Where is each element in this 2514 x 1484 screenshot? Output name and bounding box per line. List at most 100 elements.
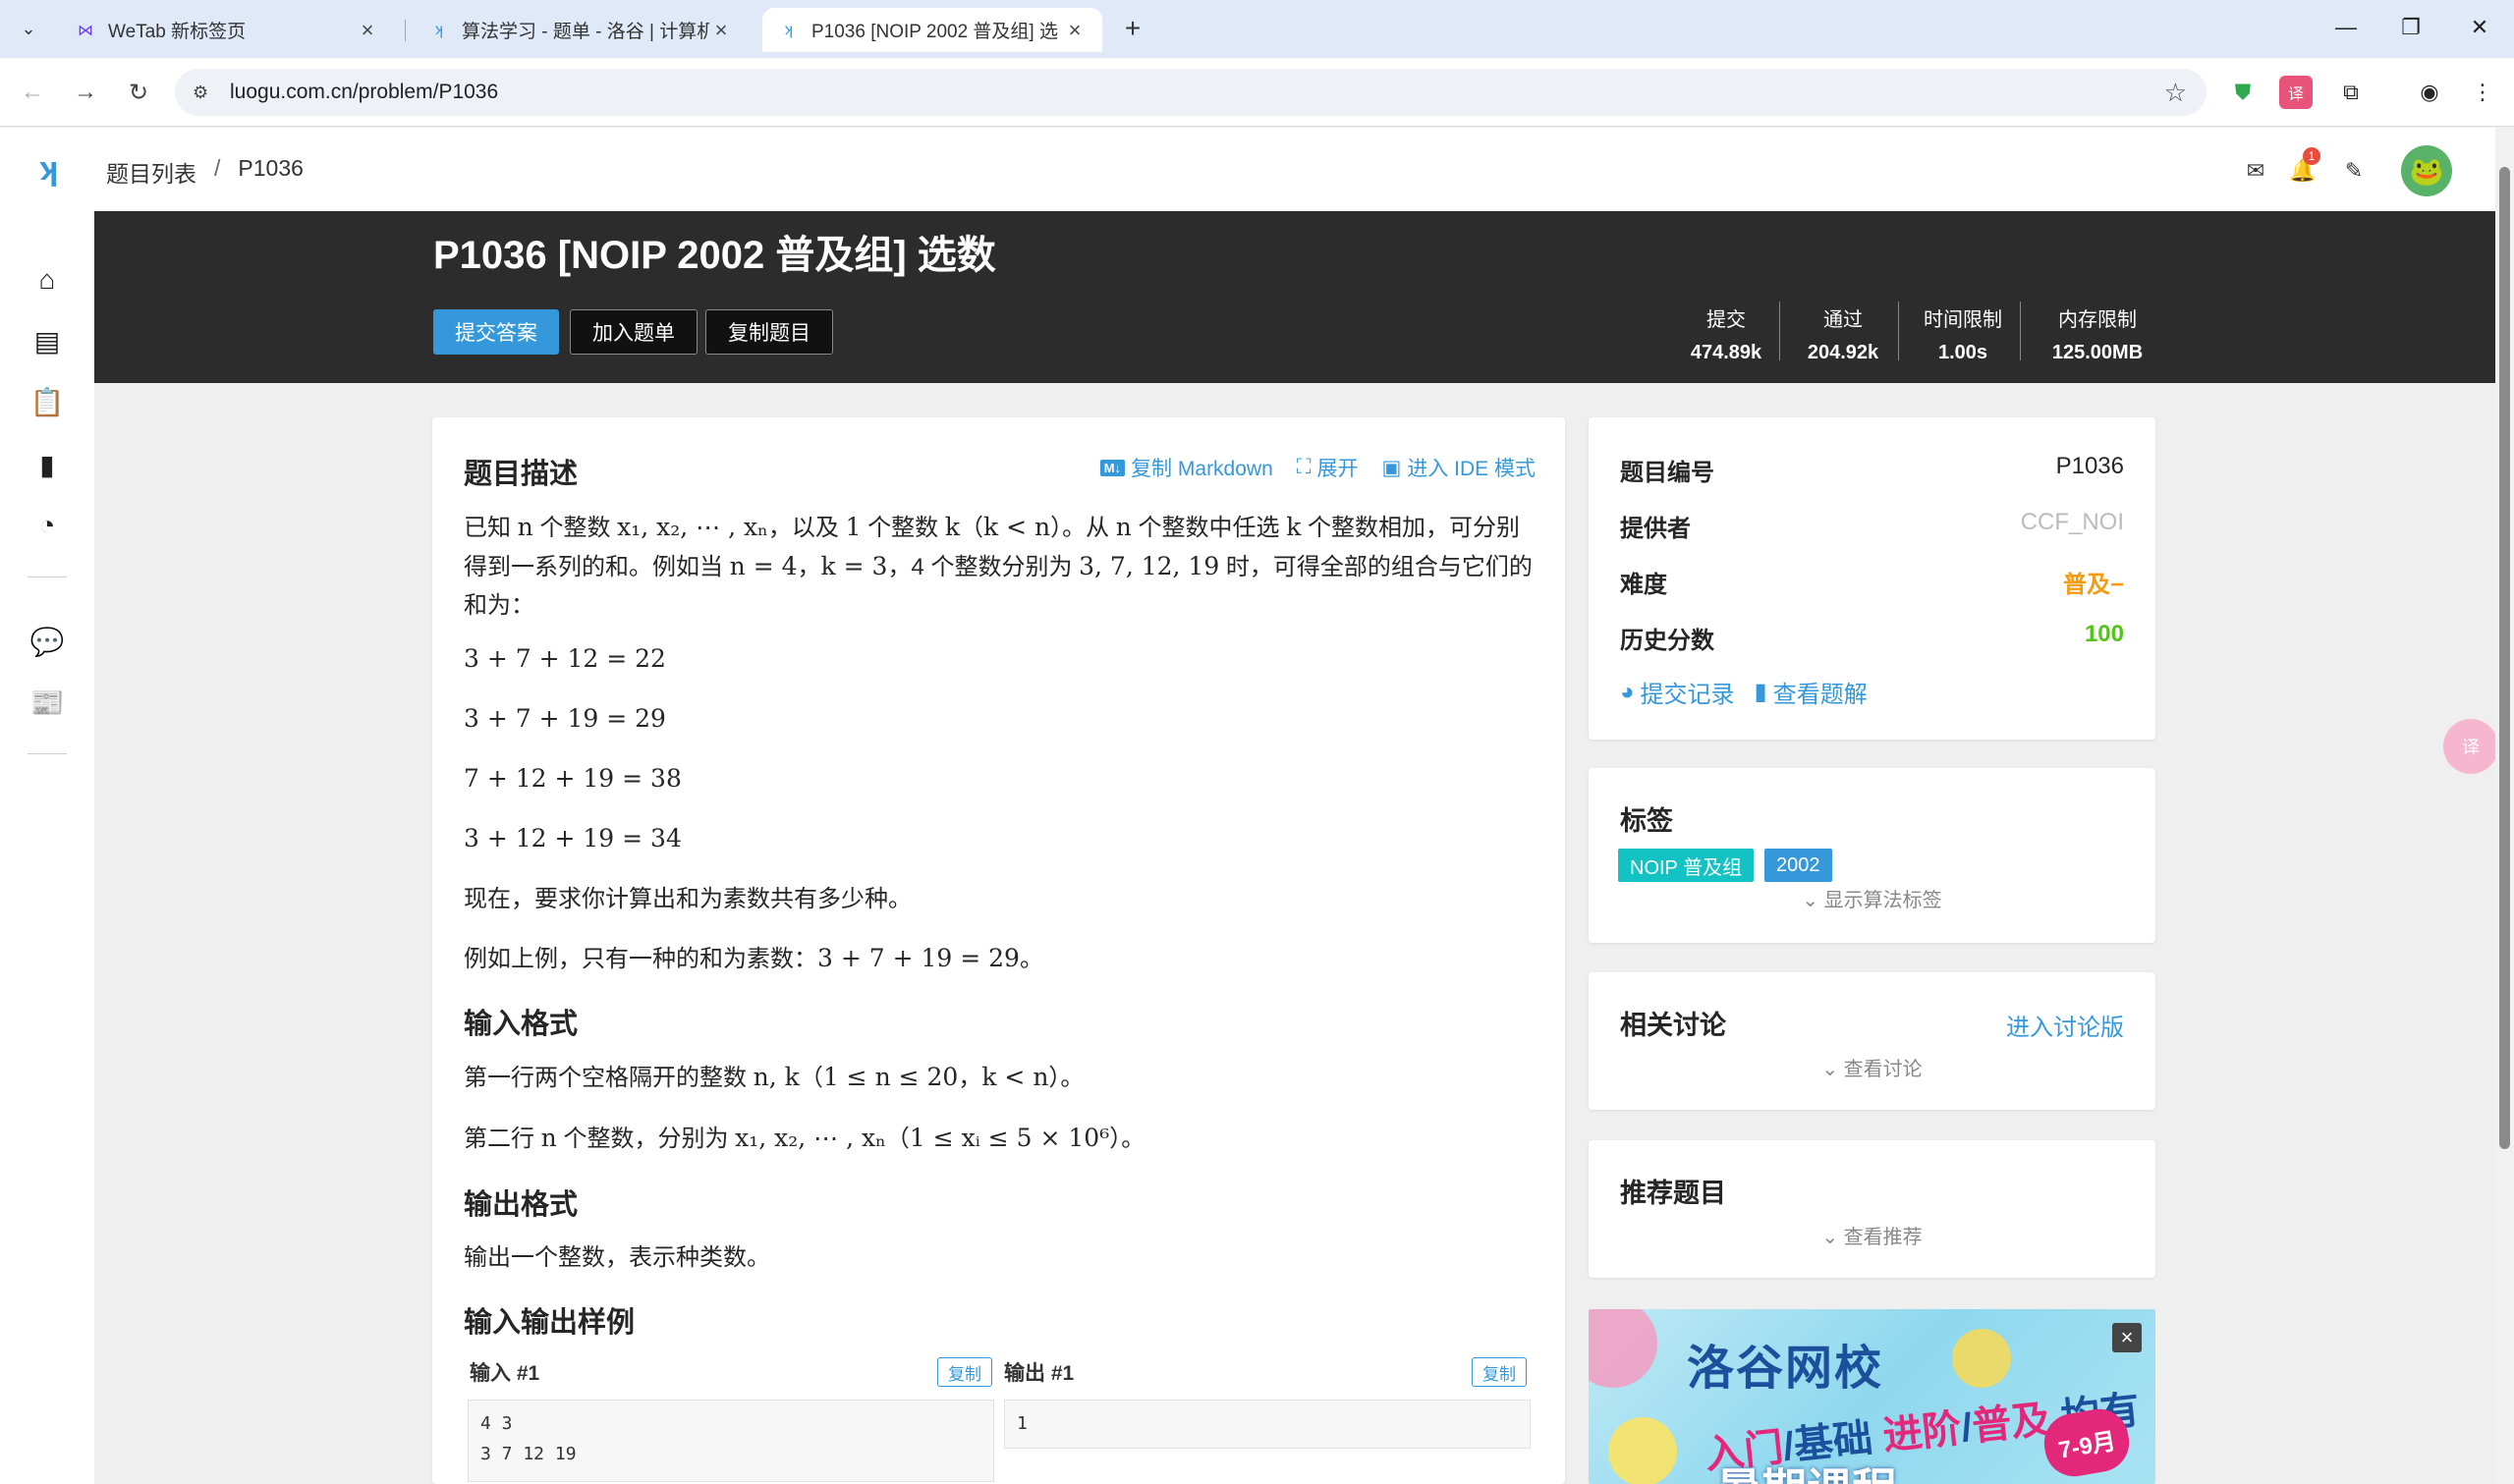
add-to-list-button[interactable]: 加入题单 xyxy=(570,309,698,355)
more-menu-icon[interactable]: ⋮ xyxy=(2466,76,2499,109)
text: ，4 个整数分别为 xyxy=(887,554,1080,580)
sample-input-box[interactable]: 4 3 3 7 12 19 xyxy=(468,1400,994,1482)
book-icon: ▮ xyxy=(1754,679,1767,705)
stat-label: 时间限制 xyxy=(1924,309,2002,331)
copy-markdown-label: 复制 Markdown xyxy=(1131,458,1273,480)
restore-icon[interactable]: ❐ xyxy=(2381,8,2440,47)
math: k < n xyxy=(981,1063,1049,1091)
back-arrow-icon[interactable]: ← xyxy=(14,74,51,111)
tag-noip[interactable]: NOIP 普及组 xyxy=(1618,849,1755,882)
chat-icon[interactable]: 💬 xyxy=(28,622,67,661)
pie-chart-icon[interactable]: ◔ xyxy=(28,506,67,545)
submit-button[interactable]: 提交答案 xyxy=(433,309,559,355)
scrollbar-thumb[interactable] xyxy=(2499,167,2510,1149)
extensions-puzzle-icon[interactable]: ⧉ xyxy=(2334,76,2368,109)
browser-tab-wetab[interactable]: ⋈ WeTab 新标签页 × xyxy=(59,8,395,52)
copy-output-button[interactable]: 复制 xyxy=(1472,1357,1527,1387)
tab-close-icon[interactable]: × xyxy=(709,18,733,43)
expand-link[interactable]: ⛶ 展开 xyxy=(1297,453,1359,482)
stat-submissions: 提交 474.89k xyxy=(1682,303,1770,364)
translate-float-icon[interactable]: 译 xyxy=(2443,719,2498,774)
math: 1 xyxy=(845,513,862,541)
minimize-icon[interactable]: — xyxy=(2317,8,2375,47)
toggle-label: 查看讨论 xyxy=(1843,1059,1923,1080)
tab-close-icon[interactable]: × xyxy=(1063,18,1087,43)
tab-title: P1036 [NOIP 2002 普及组] 选 xyxy=(811,22,1058,42)
tag-year[interactable]: 2002 xyxy=(1764,849,1832,882)
tab-search-chevron-icon[interactable]: ⌄ xyxy=(14,14,43,43)
view-solutions-label: 查看题解 xyxy=(1772,682,1868,708)
view-recommend-toggle[interactable]: ⌄ 查看推荐 xyxy=(1589,1221,2155,1249)
luogu-logo-icon[interactable]: ʞ xyxy=(29,149,69,189)
view-solutions-link[interactable]: ▮ 查看题解 xyxy=(1755,675,1868,709)
sample-output-box[interactable]: 1 xyxy=(1004,1400,1531,1449)
enter-discussion-link[interactable]: 进入讨论版 xyxy=(2006,1008,2124,1042)
stat-separator xyxy=(1779,302,1780,360)
recommend-title: 推荐题目 xyxy=(1620,1179,1726,1208)
problem-book-icon[interactable]: ▤ xyxy=(28,321,67,360)
clipboard-icon[interactable]: 📋 xyxy=(28,382,67,421)
stat-time-limit: 时间限制 1.00s xyxy=(1908,303,2018,364)
discussion-title: 相关讨论 xyxy=(1620,1011,1726,1040)
edit-icon[interactable]: ✎ xyxy=(2338,155,2370,187)
math: k = 3 xyxy=(820,552,888,580)
breadcrumb-problem-list[interactable]: 题目列表 xyxy=(106,155,196,189)
site-info-icon[interactable]: ⚙ xyxy=(193,82,216,103)
submission-records-link[interactable]: ◕ 提交记录 xyxy=(1620,675,1735,709)
recommend-card: 推荐题目 ⌄ 查看推荐 xyxy=(1589,1140,2155,1278)
ad-decoration xyxy=(1589,1309,1657,1388)
breadcrumb-separator: / xyxy=(214,155,221,181)
stat-value: 125.00MB xyxy=(2051,342,2144,363)
page-title: P1036 [NOIP 2002 普及组] 选数 xyxy=(433,234,996,277)
section-title-description: 题目描述 xyxy=(464,459,579,490)
bookmark-star-icon[interactable]: ☆ xyxy=(2164,78,2187,108)
window-close-icon[interactable]: ✕ xyxy=(2450,8,2509,47)
address-bar[interactable]: ⚙ luogu.com.cn/problem/P1036 ☆ xyxy=(175,69,2207,116)
markdown-icon: M↓ xyxy=(1099,459,1126,476)
copy-markdown-link[interactable]: M↓ 复制 Markdown xyxy=(1099,453,1273,482)
show-algorithm-tags-toggle[interactable]: ⌄ 显示算法标签 xyxy=(1589,884,2155,912)
ide-mode-link[interactable]: ▣ 进入 IDE 模式 xyxy=(1381,453,1536,482)
tab-close-icon[interactable]: × xyxy=(356,18,379,43)
profile-icon[interactable]: ◉ xyxy=(2413,76,2446,109)
ad-text: 进阶 xyxy=(1880,1406,1964,1458)
avatar[interactable]: 🐸 xyxy=(2401,145,2452,196)
sidebar-divider xyxy=(28,753,67,754)
mail-icon[interactable]: ✉ xyxy=(2240,155,2271,187)
description-paragraph: 已知 n 个整数 x₁, x₂, ⋯ , xₙ，以及 1 个整数 k（k < n… xyxy=(464,508,1535,625)
ranking-bars-icon[interactable]: ▮ xyxy=(28,445,67,484)
view-discussion-toggle[interactable]: ⌄ 查看讨论 xyxy=(1589,1053,2155,1081)
forward-arrow-icon[interactable]: → xyxy=(67,74,104,111)
ad-close-icon[interactable]: × xyxy=(2112,1323,2142,1352)
copy-input-button[interactable]: 复制 xyxy=(937,1357,992,1387)
breadcrumb: 题目列表 / P1036 xyxy=(106,155,304,189)
info-value[interactable]: CCF_NOI xyxy=(2021,509,2124,543)
ad-title: 洛谷网校 xyxy=(1687,1343,1884,1395)
tags-title: 标签 xyxy=(1620,806,1673,836)
reload-icon[interactable]: ↻ xyxy=(120,74,157,111)
expand-label: 展开 xyxy=(1316,458,1359,480)
ad-bottom-text: 暑期课程 xyxy=(1716,1455,1897,1484)
info-key: 难度 xyxy=(1620,572,1667,598)
browser-tab-problem[interactable]: ʞ P1036 [NOIP 2002 普及组] 选 × xyxy=(762,8,1102,52)
description-example: 例如上例，只有一种的和为素数：3 + 7 + 19 = 29。 xyxy=(464,939,1535,978)
sample-input-line: 3 7 12 19 xyxy=(480,1444,577,1464)
terminal-icon: ▣ xyxy=(1381,456,1402,479)
luogu-icon: ʞ xyxy=(785,21,793,38)
page-scrollbar[interactable] xyxy=(2495,128,2514,1484)
home-icon[interactable]: ⌂ xyxy=(28,260,67,300)
shield-extension-icon[interactable]: ⛊ xyxy=(2226,76,2260,109)
new-tab-plus-icon[interactable]: + xyxy=(1116,12,1149,45)
browser-tab-training[interactable]: ʞ 算法学习 - 题单 - 洛谷 | 计算机 × xyxy=(413,8,749,52)
newspaper-icon[interactable]: 📰 xyxy=(28,683,67,722)
left-sidebar: ⌂ ▤ 📋 ▮ ◔ 💬 📰 xyxy=(0,211,94,1484)
ad-banner[interactable]: 洛谷网校 入门/基础 进阶/普及 均有开设 7-9月 暑期课程 × xyxy=(1589,1309,2155,1484)
site-header: ʞ 题目列表 / P1036 ✉ 🔔 1 ✎ 🐸 xyxy=(0,128,2495,211)
text: 第二行 xyxy=(464,1126,541,1152)
toggle-label: 查看推荐 xyxy=(1843,1227,1923,1248)
copy-problem-button[interactable]: 复制题目 xyxy=(705,309,833,355)
problem-banner: P1036 [NOIP 2002 普及组] 选数 提交答案 加入题单 复制题目 … xyxy=(94,211,2495,383)
translate-extension-icon[interactable]: 译 xyxy=(2279,76,2313,109)
input-line-2: 第二行 n 个整数，分别为 x₁, x₂, ⋯ , xₙ（1 ≤ xᵢ ≤ 5 … xyxy=(464,1119,1535,1158)
equation-2: 3 + 7 + 19 = 29 xyxy=(464,704,666,733)
